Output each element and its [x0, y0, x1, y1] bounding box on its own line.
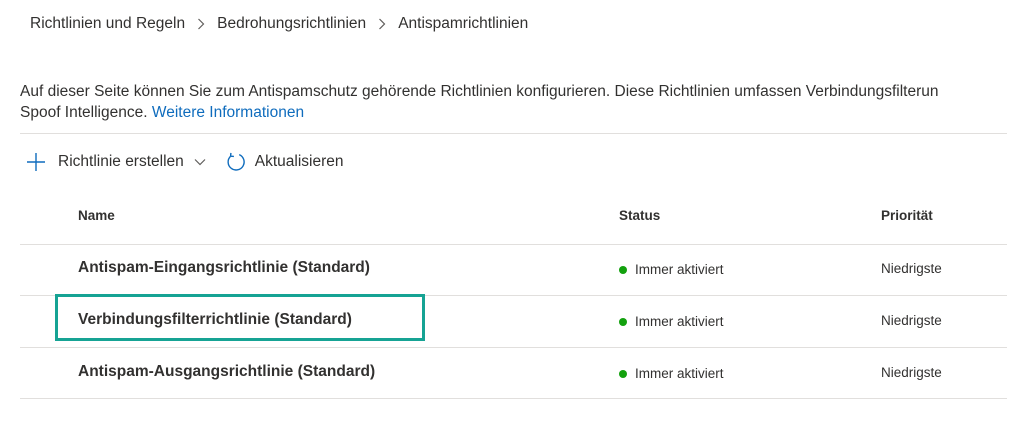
- create-policy-button[interactable]: Richtlinie erstellen: [26, 152, 206, 172]
- policy-status: Immer aktiviert: [619, 366, 724, 381]
- breadcrumb-item-antispamrichtlinien: Antispamrichtlinien: [398, 15, 529, 32]
- refresh-label: Aktualisieren: [254, 153, 344, 170]
- chevron-down-icon[interactable]: [194, 158, 206, 166]
- create-policy-label: Richtlinie erstellen: [58, 153, 184, 170]
- highlight-box: [55, 294, 425, 341]
- status-text: Immer aktiviert: [635, 366, 724, 381]
- toolbar: Richtlinie erstellen Aktualisieren: [26, 148, 344, 176]
- chevron-right-icon: [378, 18, 386, 30]
- status-dot-icon: [619, 265, 627, 274]
- column-header-name[interactable]: Name: [78, 208, 115, 228]
- more-info-link[interactable]: Weitere Informationen: [152, 104, 304, 121]
- divider: [20, 133, 1007, 134]
- policy-status: Immer aktiviert: [619, 314, 724, 329]
- description-text: Spoof Intelligence.: [20, 104, 148, 121]
- divider: [20, 347, 1007, 348]
- policy-name[interactable]: Antispam-Ausgangsrichtlinie (Standard): [78, 363, 375, 381]
- breadcrumb: Richtlinien und Regeln Bedrohungsrichtli…: [30, 14, 528, 34]
- refresh-button[interactable]: Aktualisieren: [226, 152, 344, 172]
- policy-priority: Niedrigste: [881, 365, 942, 380]
- breadcrumb-item-bedrohungsrichtlinien[interactable]: Bedrohungsrichtlinien: [217, 15, 366, 33]
- description-line-1: Auf dieser Seite können Sie zum Antispam…: [20, 83, 939, 100]
- policy-priority: Niedrigste: [881, 313, 942, 328]
- policy-name[interactable]: Antispam-Eingangsrichtlinie (Standard): [78, 259, 370, 277]
- description-line-2: Spoof Intelligence. Weitere Informatione…: [20, 102, 1031, 123]
- status-text: Immer aktiviert: [635, 314, 724, 329]
- breadcrumb-item-richtlinien-und-regeln[interactable]: Richtlinien und Regeln: [30, 15, 185, 33]
- plus-icon: [26, 152, 46, 172]
- chevron-right-icon: [197, 18, 205, 30]
- page-description: Auf dieser Seite können Sie zum Antispam…: [20, 81, 1031, 123]
- status-text: Immer aktiviert: [635, 262, 724, 277]
- status-dot-icon: [619, 317, 627, 326]
- status-dot-icon: [619, 369, 627, 378]
- column-header-priority[interactable]: Priorität: [881, 208, 933, 228]
- refresh-icon: [226, 152, 246, 172]
- policy-status: Immer aktiviert: [619, 262, 724, 277]
- divider: [20, 244, 1007, 245]
- policy-priority: Niedrigste: [881, 261, 942, 276]
- divider: [20, 398, 1007, 399]
- column-header-status[interactable]: Status: [619, 208, 660, 228]
